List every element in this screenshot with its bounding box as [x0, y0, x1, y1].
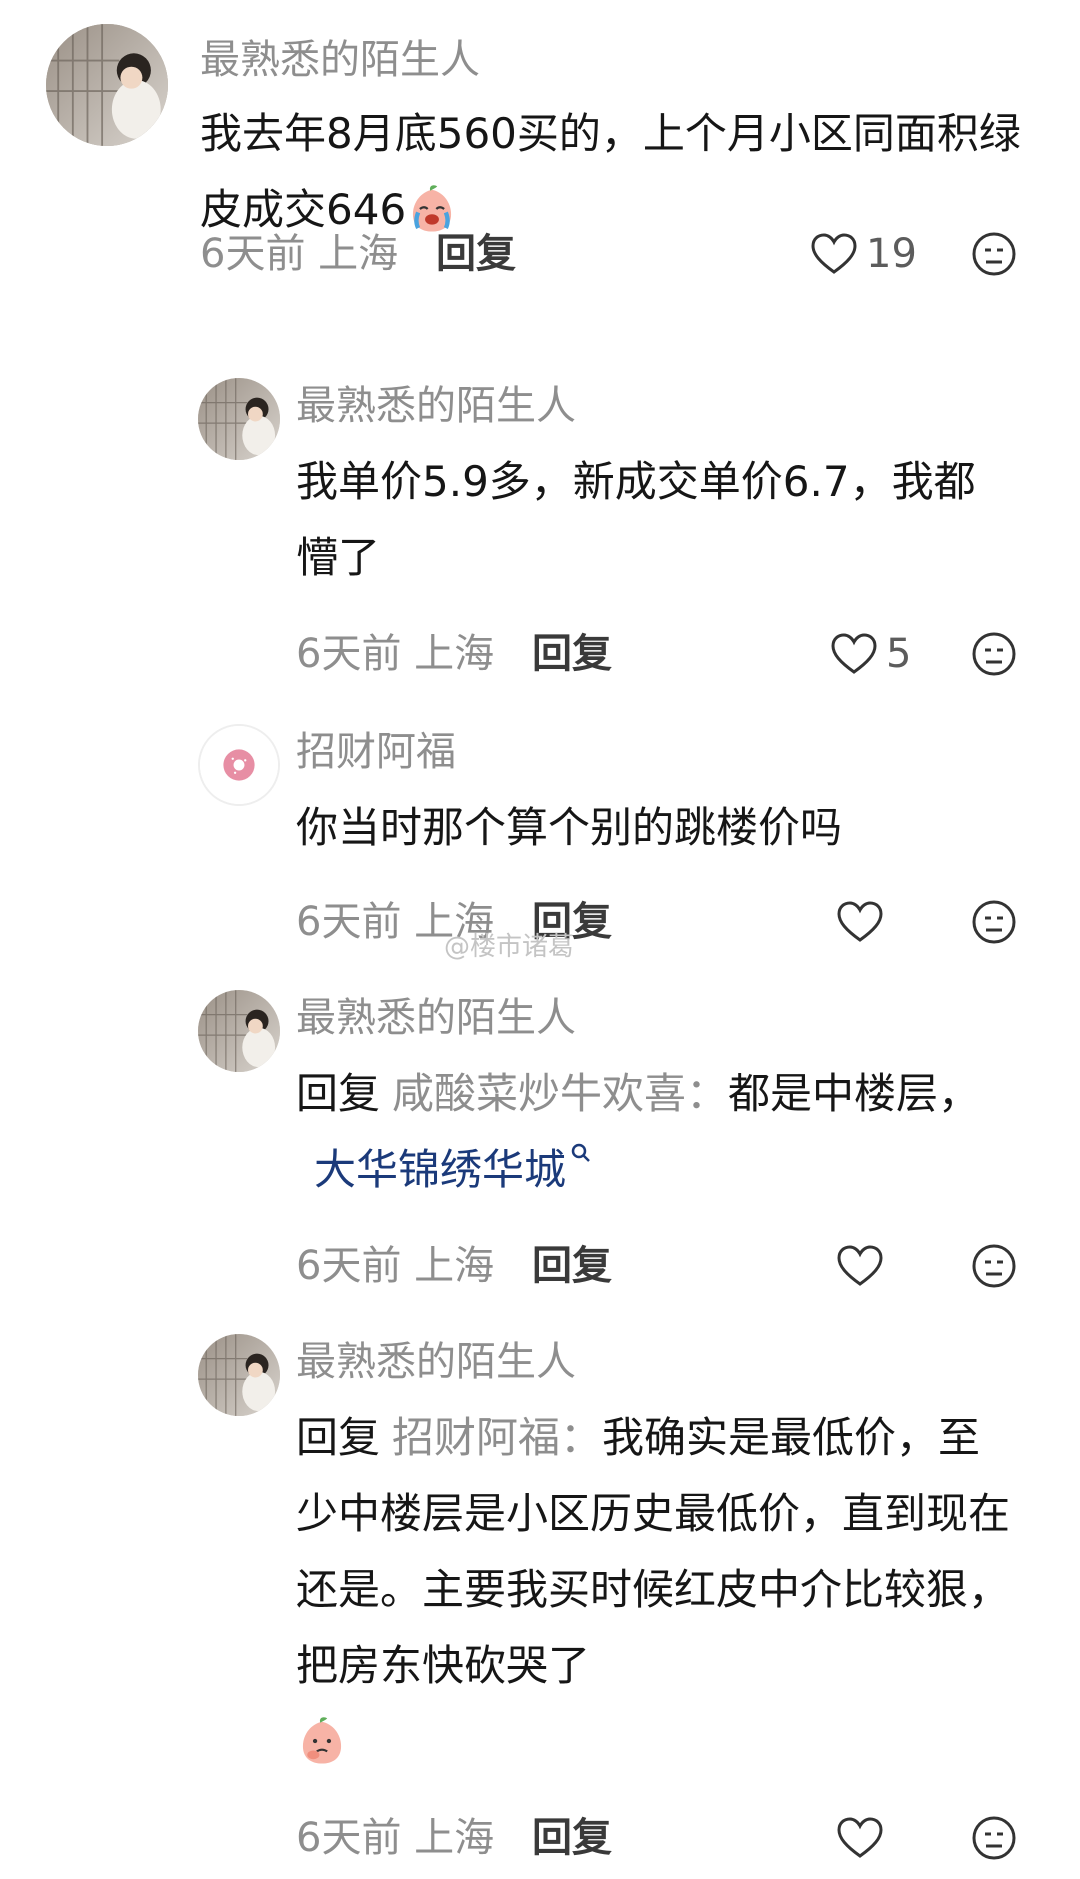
comment-time-location: 6天前 上海 [200, 231, 399, 277]
comment-5: 最熟悉的陌生人 回复 招财阿福：我确实是最低价，至少中楼层是小区历史最低价，直到现… [0, 1334, 1080, 1879]
comment-text: 回复 招财阿福：我确实是最低价，至少中楼层是小区历史最低价，直到现在还是。主要我买… [296, 1400, 1016, 1780]
reply-button[interactable]: 回复 [436, 224, 516, 284]
username[interactable]: 最熟悉的陌生人 [296, 990, 1006, 1046]
comment-text: 回复 咸酸菜炒牛欢喜：都是中楼层， 大华锦绣华城 [296, 1056, 1006, 1208]
search-icon[interactable] [570, 1142, 592, 1164]
like-button[interactable]: 19 [810, 228, 917, 280]
avatar[interactable] [198, 378, 280, 460]
comment-meta: 6天前 上海 回复 [296, 1236, 1040, 1296]
comment-time-location: 6天前 上海 [296, 1243, 495, 1289]
avatar-photo-icon [198, 990, 280, 1072]
heart-icon [811, 233, 857, 274]
like-count: 19 [866, 231, 917, 277]
avatar[interactable] [46, 24, 168, 146]
reply-target-user[interactable]: 招财阿福： [392, 1413, 602, 1462]
comment-meta: 6天前 上海 回复 19 [200, 224, 1040, 284]
heart-icon [837, 1817, 883, 1858]
comment-time-location: 6天前 上海 [296, 631, 495, 677]
comment-meta: 6天前 上海 回复 [296, 892, 1040, 952]
avatar[interactable] [198, 724, 280, 806]
dislike-face-icon[interactable] [970, 898, 1018, 946]
heart-icon [831, 633, 877, 674]
dislike-face-icon[interactable] [970, 1814, 1018, 1862]
like-count: 5 [886, 631, 912, 677]
heart-icon [837, 1245, 883, 1286]
reply-button[interactable]: 回复 [532, 1808, 612, 1868]
dislike-face-icon[interactable] [970, 1242, 1018, 1290]
heart-icon [837, 901, 883, 942]
like-button[interactable] [836, 896, 884, 948]
username[interactable]: 最熟悉的陌生人 [296, 1334, 1016, 1390]
dislike-face-icon[interactable] [970, 230, 1018, 278]
reply-target-user[interactable]: 咸酸菜炒牛欢喜： [392, 1069, 728, 1118]
comment-2: 最熟悉的陌生人 我单价5.9多，新成交单价6.7，我都懵了 6天前 上海 回复 … [0, 378, 1080, 678]
avatar-photo-icon [198, 378, 280, 460]
comment-text: 我单价5.9多，新成交单价6.7，我都懵了 [296, 457, 976, 582]
username[interactable]: 招财阿福 [296, 724, 1006, 780]
like-button[interactable] [836, 1240, 884, 1292]
thinking-peach-emoji-icon [302, 1716, 342, 1764]
location-link[interactable]: 大华锦绣华城 [314, 1145, 566, 1194]
donut-avatar-icon [200, 726, 278, 804]
dislike-face-icon[interactable] [970, 630, 1018, 678]
comment-1: 最熟悉的陌生人 我去年8月底560买的，上个月小区同面积绿皮成交646 6天前 … [0, 24, 1080, 284]
avatar[interactable] [198, 990, 280, 1072]
comment-3: 招财阿福 你当时那个算个别的跳楼价吗 6天前 上海 回复 [0, 724, 1080, 954]
reply-prefix: 回复 [296, 1413, 381, 1462]
like-button[interactable] [836, 1812, 884, 1864]
avatar-photo-icon [198, 1334, 280, 1416]
username[interactable]: 最熟悉的陌生人 [296, 378, 1006, 434]
avatar[interactable] [198, 1334, 280, 1416]
comment-time-location: 6天前 上海 [296, 1815, 495, 1861]
like-button[interactable]: 5 [830, 628, 911, 680]
username[interactable]: 最熟悉的陌生人 [200, 32, 1040, 88]
reply-button[interactable]: 回复 [532, 1236, 612, 1296]
comment-text-content: 我去年8月底560买的，上个月小区同面积绿皮成交646 [200, 109, 1021, 234]
comment-meta: 6天前 上海 回复 [296, 1808, 1040, 1868]
avatar-photo-icon [46, 24, 168, 146]
comment-text: 你当时那个算个别的跳楼价吗 [296, 803, 843, 852]
comment-meta: 6天前 上海 回复 5 [296, 624, 1040, 684]
reply-button[interactable]: 回复 [532, 624, 612, 684]
watermark: @楼市诸葛 [444, 932, 575, 962]
reply-prefix: 回复 [296, 1069, 381, 1118]
comment-4: 最熟悉的陌生人 回复 咸酸菜炒牛欢喜：都是中楼层，大华锦绣华城 6天前 上海 回复 [0, 990, 1080, 1300]
comment-text-content: 都是中楼层， [728, 1069, 981, 1118]
